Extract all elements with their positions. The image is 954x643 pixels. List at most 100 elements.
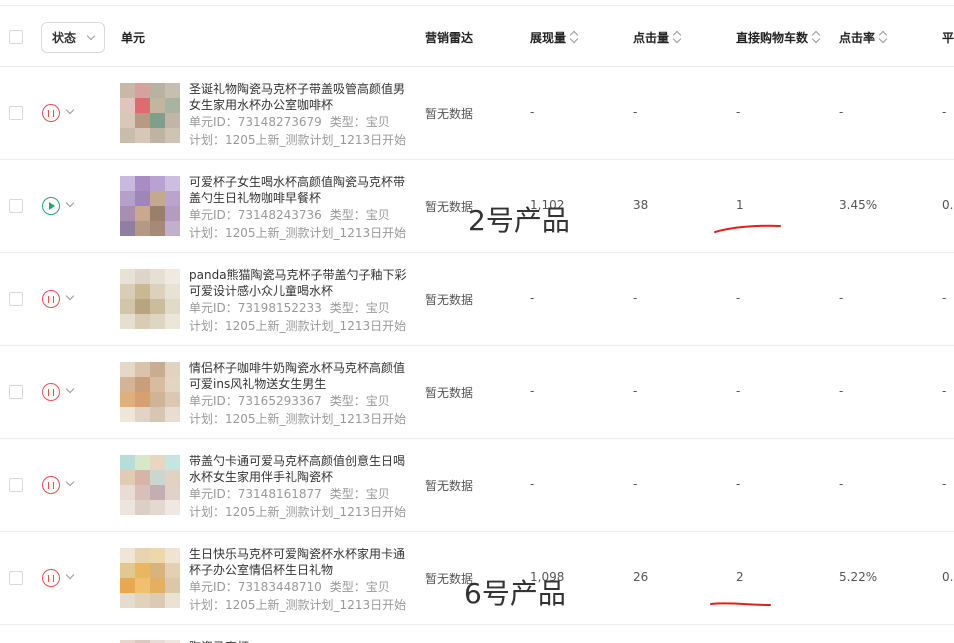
row-checkbox[interactable]: [9, 292, 23, 306]
row-checkbox[interactable]: [9, 478, 23, 492]
row-checkbox[interactable]: [9, 385, 23, 399]
ctr-value: -: [839, 384, 844, 398]
more-value: -: [942, 477, 947, 491]
cart-adds-value: -: [736, 291, 741, 305]
col-cart-adds[interactable]: 直接购物车数: [736, 6, 821, 68]
unit-id: 73148243736: [237, 208, 322, 222]
unit-type: 宝贝: [365, 115, 390, 129]
annotation-underline: [710, 602, 771, 606]
product-thumbnail[interactable]: [120, 548, 180, 608]
unit-meta: 单元ID：73198152233 类型：宝贝: [189, 301, 390, 315]
product-thumbnail[interactable]: [120, 176, 180, 236]
unit-type: 宝贝: [365, 208, 390, 222]
plan-name: 1205上新_测款计划_1213日开始: [225, 133, 407, 147]
product-title[interactable]: 可爱杯子女生喝水杯高颜值陶瓷马克杯带盖勺生日礼物咖啡早餐杯: [189, 174, 414, 206]
col-impressions[interactable]: 展现量: [530, 6, 579, 68]
unit-meta: 单元ID：73148243736 类型：宝贝: [189, 208, 390, 222]
impressions-value: -: [530, 477, 535, 491]
chevron-down-icon[interactable]: [65, 477, 75, 487]
clicks-value: -: [633, 477, 638, 491]
unit-type: 宝贝: [365, 487, 390, 501]
col-radar: 营销雷达: [425, 30, 474, 45]
chevron-down-icon: [86, 31, 96, 41]
cart-adds-value: 1: [736, 198, 744, 212]
plan-meta: 计划：1205上新_测款计划_1213日开始: [189, 412, 407, 426]
select-all-cell: [9, 6, 23, 68]
product-title[interactable]: 陶瓷马克杯...: [189, 639, 414, 643]
row-checkbox[interactable]: [9, 106, 23, 120]
sort-icon[interactable]: [570, 30, 579, 44]
chevron-down-icon[interactable]: [65, 384, 75, 394]
radar-value: 暂无数据: [425, 386, 474, 400]
more-value: -: [942, 384, 947, 398]
plan-meta: 计划：1205上新_测款计划_1213日开始: [189, 133, 407, 147]
product-thumbnail[interactable]: [120, 455, 180, 515]
table-row: 带盖勺卡通可爱马克杯高颜值创意生日喝水杯女生家用伴手礼陶瓷杯 单元ID：7314…: [0, 439, 954, 532]
plan-name: 1205上新_测款计划_1213日开始: [225, 226, 407, 240]
product-thumbnail[interactable]: [120, 269, 180, 329]
pause-icon[interactable]: [42, 383, 60, 401]
clicks-value: -: [633, 291, 638, 305]
more-value: -: [942, 291, 947, 305]
pause-icon[interactable]: [42, 476, 60, 494]
table-header: 状态 单元 营销雷达 展现量 点击量 直接购物车数 点击率 平: [0, 5, 954, 67]
unit-type: 宝贝: [365, 394, 390, 408]
product-title[interactable]: 生日快乐马克杯可爱陶瓷杯水杯家用卡通杯子办公室情侣杯生日礼物: [189, 546, 414, 578]
clicks-value: 38: [633, 198, 649, 212]
annotation-product2: 2号产品: [468, 204, 570, 237]
plan-name: 1205上新_测款计划_1213日开始: [225, 412, 407, 426]
radar-value: 暂无数据: [425, 293, 474, 307]
clicks-value: -: [633, 384, 638, 398]
plan-name: 1205上新_测款计划_1213日开始: [225, 319, 407, 333]
unit-type: 宝贝: [365, 301, 390, 315]
play-icon[interactable]: [42, 197, 60, 215]
more-value: 0.4: [942, 198, 954, 212]
clicks-value: 26: [633, 570, 649, 584]
status-filter-label: 状态: [52, 31, 77, 45]
radar-value: 暂无数据: [425, 479, 474, 493]
product-title[interactable]: panda熊猫陶瓷马克杯子带盖勺子釉下彩可爱设计感小众儿童喝水杯: [189, 267, 414, 299]
unit-id: 73148161877: [237, 487, 322, 501]
plan-meta: 计划：1205上新_测款计划_1213日开始: [189, 505, 407, 519]
sort-icon[interactable]: [812, 30, 821, 44]
product-thumbnail[interactable]: [120, 362, 180, 422]
status-filter-select[interactable]: 状态: [41, 22, 105, 53]
pause-icon[interactable]: [42, 569, 60, 587]
annotation-underline: [714, 224, 781, 233]
plan-name: 1205上新_测款计划_1213日开始: [225, 505, 407, 519]
impressions-value: -: [530, 105, 535, 119]
chevron-down-icon[interactable]: [65, 291, 75, 301]
pause-icon[interactable]: [42, 104, 60, 122]
row-checkbox[interactable]: [9, 571, 23, 585]
cart-adds-value: -: [736, 477, 741, 491]
pause-icon[interactable]: [42, 290, 60, 308]
chevron-down-icon[interactable]: [65, 105, 75, 115]
cart-adds-value: 2: [736, 570, 744, 584]
col-clicks[interactable]: 点击量: [633, 6, 682, 68]
sort-icon[interactable]: [673, 30, 682, 44]
select-all-checkbox[interactable]: [9, 30, 23, 44]
unit-meta: 单元ID：73183448710 类型：宝贝: [189, 580, 390, 594]
col-unit: 单元: [121, 30, 146, 45]
impressions-value: -: [530, 384, 535, 398]
unit-meta: 单元ID：73165293367 类型：宝贝: [189, 394, 390, 408]
sort-icon[interactable]: [879, 30, 888, 44]
chevron-down-icon[interactable]: [65, 198, 75, 208]
impressions-value: -: [530, 291, 535, 305]
product-title[interactable]: 圣诞礼物陶瓷马克杯子带盖吸管高颜值男女生家用水杯办公室咖啡杯: [189, 81, 414, 113]
row-checkbox[interactable]: [9, 199, 23, 213]
plan-meta: 计划：1205上新_测款计划_1213日开始: [189, 319, 407, 333]
unit-meta: 单元ID：73148273679 类型：宝贝: [189, 115, 390, 129]
table-row: 情侣杯子咖啡牛奶陶瓷水杯马克杯高颜值可爱ins风礼物送女生男生 单元ID：731…: [0, 346, 954, 439]
product-title[interactable]: 情侣杯子咖啡牛奶陶瓷水杯马克杯高颜值可爱ins风礼物送女生男生: [189, 360, 414, 392]
product-thumbnail[interactable]: [120, 83, 180, 143]
unit-id: 73165293367: [237, 394, 322, 408]
product-title[interactable]: 带盖勺卡通可爱马克杯高颜值创意生日喝水杯女生家用伴手礼陶瓷杯: [189, 453, 414, 485]
col-ctr[interactable]: 点击率: [839, 6, 888, 68]
table-row-partial: 陶瓷马克杯...: [0, 626, 954, 643]
more-value: 0.4: [942, 570, 954, 584]
plan-meta: 计划：1205上新_测款计划_1213日开始: [189, 598, 407, 612]
unit-id: 73148273679: [237, 115, 322, 129]
chevron-down-icon[interactable]: [65, 570, 75, 580]
cart-adds-value: -: [736, 105, 741, 119]
